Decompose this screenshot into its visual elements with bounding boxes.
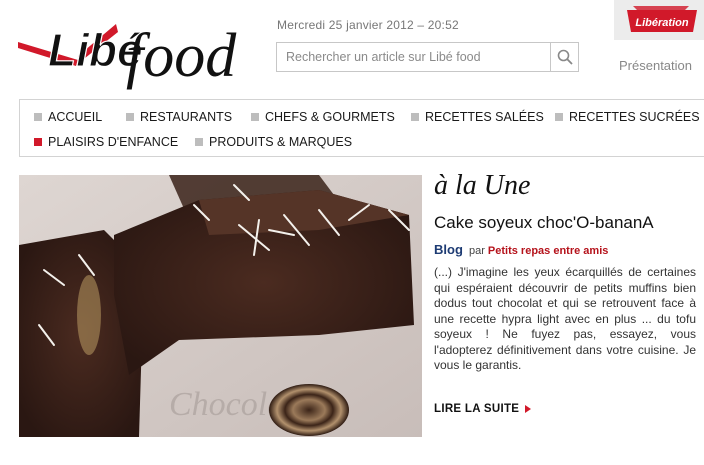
nav-item-restaurants[interactable]: RESTAURANTS xyxy=(126,110,232,124)
presentation-link[interactable]: Présentation xyxy=(619,58,692,73)
nav-bullet-icon xyxy=(195,138,203,146)
search-input[interactable] xyxy=(277,43,550,71)
search-button[interactable] xyxy=(550,43,578,71)
nav-item-recettes-salees[interactable]: RECETTES SALÉES xyxy=(411,110,544,124)
nav-bullet-icon xyxy=(126,113,134,121)
nav-item-accueil[interactable]: ACCUEIL xyxy=(34,110,102,124)
article-title[interactable]: Cake soyeux choc'O-bananA xyxy=(434,213,654,233)
read-more-label: LIRE LA SUITE xyxy=(434,403,520,415)
featured-photo[interactable]: Chocolat xyxy=(19,175,422,437)
logo-food-text: food xyxy=(126,22,237,90)
nav-item-label: PLAISIRS D'ENFANCE xyxy=(48,135,179,149)
nav-bullet-icon xyxy=(34,138,42,146)
nav-item-label: RECETTES SALÉES xyxy=(425,110,544,124)
article-excerpt: (...) J'imagine les yeux écarquillés de … xyxy=(434,265,696,372)
category-link[interactable]: Blog xyxy=(434,242,463,257)
search-icon xyxy=(557,49,573,65)
liberation-badge-text: Libération xyxy=(635,17,688,29)
nav-bullet-icon xyxy=(411,113,419,121)
read-more-link[interactable]: LIRE LA SUITE xyxy=(434,403,532,415)
nav-bullet-icon xyxy=(251,113,259,121)
nav-item-plaisirs-denfance[interactable]: PLAISIRS D'ENFANCE xyxy=(34,135,178,149)
arrow-right-icon xyxy=(525,405,532,413)
nav-item-chefs-gourmets[interactable]: CHEFS & GOURMETS xyxy=(251,110,395,124)
main-nav: ACCUEIL RESTAURANTS CHEFS & GOURMETS REC… xyxy=(19,99,704,157)
section-title: à la Une xyxy=(434,170,531,201)
nav-item-label: RESTAURANTS xyxy=(140,110,233,124)
nav-item-label: PRODUITS & MARQUES xyxy=(209,135,353,149)
nav-item-recettes-sucrees[interactable]: RECETTES SUCRÉES xyxy=(555,110,700,124)
nav-item-label: RECETTES SUCRÉES xyxy=(569,110,700,124)
site-logo[interactable]: Libé food xyxy=(18,10,268,90)
nav-item-label: CHEFS & GOURMETS xyxy=(265,110,395,124)
liberation-badge[interactable]: Libération xyxy=(625,6,699,36)
search-box xyxy=(276,42,579,72)
current-date: Mercredi 25 janvier 2012 – 20:52 xyxy=(277,18,459,32)
author-link[interactable]: Petits repas entre amis xyxy=(488,245,608,257)
nav-item-produits-marques[interactable]: PRODUITS & MARQUES xyxy=(195,135,352,149)
article-byline: Blog par Petits repas entre amis xyxy=(434,242,608,257)
nav-item-label: ACCUEIL xyxy=(48,110,103,124)
byline-par: par xyxy=(468,245,485,257)
nav-bullet-icon xyxy=(555,113,563,121)
nav-bullet-icon xyxy=(34,113,42,121)
